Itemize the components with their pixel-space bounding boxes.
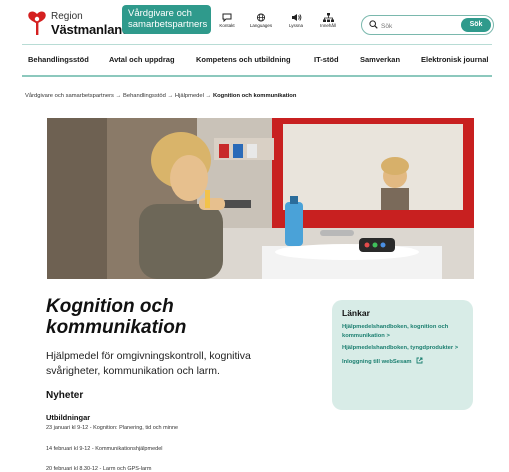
search-input[interactable] (379, 18, 453, 34)
sitemap-button[interactable]: Innehåll (313, 13, 343, 28)
contact-icon (222, 13, 232, 22)
site-header: Region Västmanland Vårdgivare och samarb… (0, 0, 509, 46)
sitemap-label: Innehåll (320, 23, 336, 28)
link-websesam[interactable]: Inloggning till webSesam (342, 357, 463, 367)
sitemap-icon (322, 13, 334, 22)
breadcrumb-link-partners[interactable]: Vårdgivare och samarbetspartners (25, 93, 114, 99)
contact-label: Kontakt (219, 23, 235, 28)
breadcrumb-link-behandlingsstod[interactable]: Behandlingsstöd (123, 93, 166, 99)
external-link-icon (416, 357, 423, 363)
links-panel: Länkar Hjälpmedelshandboken, kognition o… (332, 300, 473, 410)
logo-region-text: Region (51, 11, 83, 22)
languages-button[interactable]: Languages (246, 13, 276, 28)
breadcrumb-separator: → (167, 93, 174, 99)
breadcrumb-separator: → (115, 93, 122, 99)
listen-label: Lyssna (288, 23, 304, 28)
page-title: Kognition och kommunikation (46, 296, 187, 338)
nav-item-avtal[interactable]: Avtal och uppdrag (109, 55, 175, 64)
link-websesam-label: Inloggning till webSesam (342, 358, 412, 365)
search-icon (369, 20, 378, 29)
nav-item-samverkan[interactable]: Samverkan (360, 55, 400, 64)
contact-button[interactable]: Kontakt (212, 13, 242, 28)
logo-mark-icon (28, 11, 46, 35)
nav-item-journal[interactable]: Elektronisk journal (421, 55, 489, 64)
breadcrumb-link-hjalpmedel[interactable]: Hjälpmedel (175, 93, 204, 99)
nav-divider-top (22, 44, 492, 45)
news-item: 23 januari kl 9-12 - Kognition: Planerin… (46, 425, 179, 431)
nav-item-behandlingsstod[interactable]: Behandlingsstöd (28, 55, 89, 64)
search-box: Sök (361, 15, 494, 35)
links-title: Länkar (342, 308, 370, 318)
breadcrumb-separator: → (205, 93, 212, 99)
breadcrumb-current: Kognition och kommunikation (212, 93, 297, 99)
courses-heading: Utbildningar (46, 413, 91, 422)
nav-item-kompetens[interactable]: Kompetens och utbildning (196, 55, 291, 64)
link-handbook-tyngd[interactable]: Hjälpmedelshandboken, tyngdprodukter > (342, 344, 463, 353)
nav-item-it-stod[interactable]: IT-stöd (314, 55, 339, 64)
globe-icon (256, 13, 266, 22)
breadcrumb: Vårdgivare och samarbetspartners → Behan… (25, 93, 296, 99)
listen-button[interactable]: Lyssna (281, 13, 311, 28)
news-item: 14 februari kl 9-12 - Kommunikationshjäl… (46, 446, 163, 452)
search-button[interactable]: Sök (461, 18, 491, 32)
partner-tag[interactable]: Vårdgivare och samarbetspartners (122, 5, 211, 34)
news-heading: Nyheter (46, 390, 84, 401)
nav-divider (22, 75, 492, 77)
speaker-icon (291, 14, 301, 21)
intro-text: Hjälpmedel för omgivningskontroll, kogni… (46, 350, 251, 377)
news-item: 20 februari kl 8.30-12 - Larm och GPS-la… (46, 466, 152, 472)
link-handbook-kognition[interactable]: Hjälpmedelshandboken, kognition och komm… (342, 323, 463, 340)
region-logo[interactable]: Region Västmanland (25, 8, 130, 38)
logo-name-text: Västmanland (51, 22, 130, 37)
hero-image (47, 118, 474, 279)
languages-label: Languages (249, 23, 273, 28)
